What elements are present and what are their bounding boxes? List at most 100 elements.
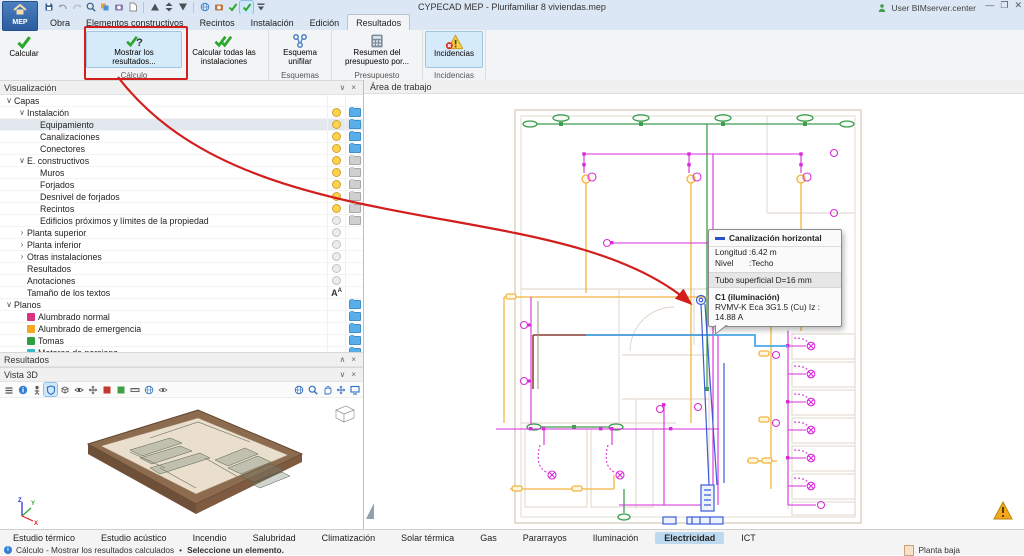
render-icon[interactable] <box>212 1 225 14</box>
visibility-bulb-icon[interactable] <box>332 204 341 213</box>
tree-item-instalación[interactable]: ∨ Instalación <box>0 107 363 119</box>
visibility-bulb-icon[interactable] <box>332 240 341 249</box>
orbit-icon[interactable] <box>198 1 211 14</box>
bimserver-user[interactable]: User BIMserver.center <box>875 1 976 14</box>
analysis-panel-icon[interactable] <box>114 383 127 396</box>
tree-item-e-constructivos[interactable]: ∨ E. constructivos <box>0 155 363 167</box>
layer-folder-icon[interactable] <box>348 131 361 141</box>
visibility-bulb-icon[interactable] <box>332 108 341 117</box>
layer-folder-icon[interactable] <box>348 155 361 165</box>
show-results-icon[interactable] <box>239 0 254 15</box>
expander-open-icon[interactable]: ∨ <box>17 156 27 165</box>
module-tab-estudio-térmico[interactable]: Estudio térmico <box>4 532 84 544</box>
layer-folder-icon[interactable] <box>348 143 361 153</box>
module-tab-estudio-acústico[interactable]: Estudio acústico <box>92 532 176 544</box>
layer-folder-icon[interactable] <box>348 119 361 129</box>
zoom-icon[interactable] <box>306 383 319 396</box>
close-icon[interactable]: × <box>348 83 359 92</box>
visibility-bulb-icon[interactable] <box>332 156 341 165</box>
expander-open-icon[interactable]: ∨ <box>17 108 27 117</box>
tree-item-tamaño-de-los-textos[interactable]: Tamaño de los textos AA <box>0 287 363 299</box>
ribbon-button-calculate-check[interactable]: Calcular <box>2 31 46 68</box>
module-tab-solar-térmica[interactable]: Solar térmica <box>392 532 463 544</box>
menu-tab-instalación[interactable]: Instalación <box>243 14 302 30</box>
expander-closed-icon[interactable]: › <box>17 252 27 261</box>
app-logo[interactable]: MEP <box>2 1 38 31</box>
close-icon[interactable]: × <box>348 355 359 364</box>
visibility-bulb-icon[interactable] <box>332 180 341 189</box>
ribbon-button-budget-summary[interactable]: Resumen del presupuesto por... <box>334 31 420 68</box>
module-tab-climatización[interactable]: Climatización <box>313 532 385 544</box>
layer-folder-icon[interactable] <box>348 311 361 321</box>
module-tab-incendio[interactable]: Incendio <box>184 532 236 544</box>
module-tab-iluminación[interactable]: Iluminación <box>584 532 648 544</box>
expand-icon[interactable]: ∧ <box>336 355 348 364</box>
layer-folder-icon[interactable] <box>348 167 361 177</box>
zoom-icon[interactable] <box>84 1 97 14</box>
tree-item-planta-superior[interactable]: › Planta superior <box>0 227 363 239</box>
floor-plan-canvas[interactable] <box>364 93 1024 530</box>
close-button[interactable]: ✕ <box>1014 0 1022 11</box>
pan-icon[interactable] <box>320 383 333 396</box>
visibility-bulb-icon[interactable] <box>332 264 341 273</box>
menu-tab-recintos[interactable]: Recintos <box>192 14 243 30</box>
tree-item-canalizaciones[interactable]: Canalizaciones <box>0 131 363 143</box>
layer-folder-icon[interactable] <box>348 179 361 189</box>
ribbon-button-double-check[interactable]: Calcular todas las instalaciones <box>182 31 266 68</box>
module-tab-pararrayos[interactable]: Pararrayos <box>514 532 576 544</box>
layer-folder-icon[interactable] <box>348 323 361 333</box>
tree-item-otras-instalaciones[interactable]: › Otras instalaciones <box>0 251 363 263</box>
module-tab-gas[interactable]: Gas <box>471 532 506 544</box>
layer-folder-icon[interactable] <box>348 203 361 213</box>
tree-item-planta-inferior[interactable]: › Planta inferior <box>0 239 363 251</box>
visibility-bulb-icon[interactable] <box>332 144 341 153</box>
image-gallery-icon[interactable] <box>98 1 111 14</box>
tree-item-planos[interactable]: ∨ Planos <box>0 299 363 311</box>
textured-view-icon[interactable] <box>142 383 155 396</box>
layer-folder-icon[interactable] <box>348 191 361 201</box>
expander-closed-icon[interactable]: › <box>17 240 27 249</box>
visibility-icon[interactable] <box>156 383 169 396</box>
collapse-icon[interactable]: ∨ <box>336 370 348 379</box>
tree-item-edificios-próximos-y-límites-de-la-propiedad[interactable]: Edificios próximos y límites de la propi… <box>0 215 363 227</box>
work-area[interactable]: Área de trabajo <box>364 80 1024 530</box>
menu-tab-edición[interactable]: Edición <box>302 14 348 30</box>
section-planes-icon[interactable] <box>100 383 113 396</box>
expander-open-icon[interactable]: ∨ <box>4 96 14 105</box>
tree-item-forjados[interactable]: Forjados <box>0 179 363 191</box>
expander-closed-icon[interactable]: › <box>17 228 27 237</box>
collapse-icon[interactable]: ∨ <box>336 83 348 92</box>
calculate-icon[interactable] <box>226 1 239 14</box>
walkthrough-icon[interactable] <box>30 383 43 396</box>
center-view-icon[interactable] <box>334 383 347 396</box>
move-3d-icon[interactable] <box>86 383 99 396</box>
visibility-bulb-icon[interactable] <box>332 132 341 141</box>
visibility-bulb-icon[interactable] <box>332 192 341 201</box>
tree-item-equipamiento[interactable]: Equipamiento <box>0 119 363 131</box>
tree-item-conectores[interactable]: Conectores <box>0 143 363 155</box>
visibility-bulb-icon[interactable] <box>332 276 341 285</box>
view-down-icon[interactable] <box>176 1 189 14</box>
visibility-bulb-icon[interactable] <box>332 216 341 225</box>
layer-folder-icon[interactable] <box>348 335 361 345</box>
module-tab-salubridad[interactable]: Salubridad <box>244 532 305 544</box>
tree-item-tomas[interactable]: Tomas <box>0 335 363 347</box>
visibility-bulb-icon[interactable] <box>332 168 341 177</box>
maximize-button[interactable]: ❐ <box>1000 0 1008 11</box>
layer-folder-icon[interactable] <box>348 107 361 117</box>
info-icon[interactable] <box>16 383 29 396</box>
tree-item-muros[interactable]: Muros <box>0 167 363 179</box>
view-fit-icon[interactable] <box>162 1 175 14</box>
tree-item-desnivel-de-forjados[interactable]: Desnivel de forjados <box>0 191 363 203</box>
minimize-button[interactable]: — <box>985 0 994 11</box>
vista3d-viewport[interactable]: Z Y X <box>0 398 363 530</box>
capture-icon[interactable] <box>112 1 125 14</box>
orbit-icon[interactable] <box>292 383 305 396</box>
current-floor[interactable]: Planta baja <box>904 544 960 556</box>
menu-tab-resultados[interactable]: Resultados <box>347 14 411 30</box>
layer-folder-icon[interactable] <box>348 215 361 225</box>
module-tab-electricidad[interactable]: Electricidad <box>655 531 725 544</box>
protection-icon[interactable] <box>43 382 58 397</box>
layer-list-icon[interactable] <box>2 383 15 396</box>
redo-icon[interactable] <box>70 1 83 14</box>
